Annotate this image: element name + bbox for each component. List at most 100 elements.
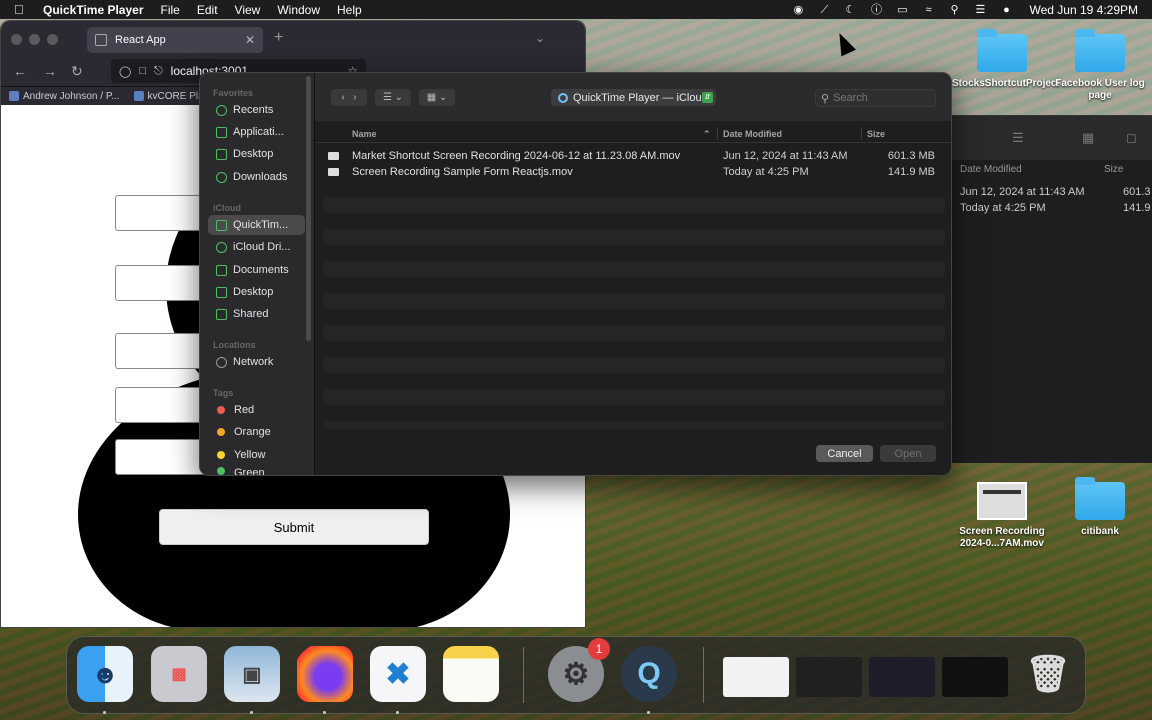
minimized-window-thumbnail[interactable]: [869, 657, 935, 697]
list-view-icon[interactable]: ☰: [1012, 130, 1024, 146]
menubar-clock[interactable]: Wed Jun 19 4:29PM: [1029, 3, 1138, 17]
video-thumbnail-icon: [977, 482, 1027, 520]
sort-chevron-icon[interactable]: ⌃: [703, 129, 711, 140]
minimized-window-thumbnail[interactable]: [942, 657, 1008, 697]
sidebar-tag-yellow[interactable]: Yellow: [208, 445, 305, 465]
sidebar-item-network[interactable]: Network: [208, 352, 305, 372]
desktop-folder-citibank[interactable]: citibank: [1050, 477, 1150, 538]
dock-separator: [703, 647, 704, 703]
folder-icon: [977, 29, 1027, 72]
sidebar-item-documents[interactable]: Documents: [208, 260, 305, 280]
desktop-folder-facebook[interactable]: Facebook User log page: [1050, 29, 1150, 102]
browser-tab[interactable]: React App ✕: [87, 27, 263, 53]
back-forward-buttons[interactable]: ‹ ›: [331, 89, 367, 106]
file-row[interactable]: Screen Recording Sample Form Reactjs.mov…: [323, 165, 945, 181]
sidebar-item-desktop[interactable]: Desktop: [208, 144, 305, 164]
control-center-icon[interactable]: ☰: [973, 4, 987, 16]
menu-window[interactable]: Window: [277, 3, 320, 17]
apple-menu-icon[interactable]: : [14, 2, 28, 17]
minimized-window-thumbnail[interactable]: [796, 657, 862, 697]
shield-icon[interactable]: ◯: [119, 65, 131, 78]
movie-file-icon: [328, 152, 339, 160]
battery-icon[interactable]: ▭: [895, 4, 909, 16]
column-size[interactable]: Size: [867, 129, 885, 139]
sidebar-tag-orange[interactable]: Orange: [208, 422, 305, 442]
file-row[interactable]: Market Shortcut Screen Recording 2024-06…: [323, 149, 945, 165]
menu-help[interactable]: Help: [337, 3, 362, 17]
tab-title: React App: [115, 34, 166, 46]
bookmark-favicon-icon: [133, 90, 144, 101]
minimized-window-thumbnail[interactable]: [723, 657, 789, 697]
clock-icon: [216, 104, 227, 116]
back-chevron-icon[interactable]: ‹: [341, 92, 344, 103]
wifi-icon[interactable]: ≈: [921, 4, 935, 16]
dialog-sidebar: Favorites Recents Applicati... Desktop D…: [200, 73, 315, 475]
open-button[interactable]: Open: [880, 445, 936, 462]
focus-moon-icon[interactable]: ☾: [843, 4, 857, 16]
location-popup[interactable]: QuickTime Player — iCloud ⇵: [551, 89, 716, 106]
dock-separator: [523, 647, 524, 703]
open-file-dialog: Favorites Recents Applicati... Desktop D…: [199, 72, 952, 476]
record-stop-icon[interactable]: ◉: [791, 4, 805, 16]
launchpad-icon[interactable]: ▩: [151, 646, 207, 702]
menu-edit[interactable]: Edit: [197, 3, 218, 17]
sidebar-item-icloud-desktop[interactable]: Desktop: [208, 282, 305, 302]
preview-icon[interactable]: ▣: [224, 646, 280, 702]
column-separator[interactable]: [861, 127, 862, 141]
back-button[interactable]: ←: [13, 63, 27, 79]
status-info-icon[interactable]: ⓘ: [869, 4, 883, 16]
column-date-modified[interactable]: Date Modified: [960, 164, 1022, 175]
forward-button[interactable]: →: [43, 63, 57, 79]
menu-file[interactable]: File: [161, 3, 180, 17]
finder-icon[interactable]: ☻: [77, 646, 133, 702]
sidebar-item-recents[interactable]: Recents: [208, 100, 305, 120]
firefox-icon[interactable]: [297, 646, 353, 702]
sidebar-item-shared[interactable]: Shared: [208, 304, 305, 324]
notes-icon[interactable]: [443, 646, 499, 702]
sidebar-item-quicktime[interactable]: QuickTim...: [208, 215, 305, 235]
close-tab-icon[interactable]: ✕: [245, 33, 255, 47]
column-name[interactable]: Name: [352, 129, 377, 139]
forward-chevron-icon[interactable]: ›: [353, 92, 356, 103]
quicktime-icon[interactable]: Q: [621, 646, 677, 702]
sidebar-tag-green[interactable]: Green: [208, 467, 305, 475]
cancel-button[interactable]: Cancel: [816, 445, 873, 462]
tab-list-chevron-icon[interactable]: ⌄: [535, 31, 545, 45]
column-date-modified[interactable]: Date Modified: [723, 129, 782, 139]
system-settings-icon[interactable]: ⚙ 1: [548, 638, 610, 702]
desktop-file-screen-recording[interactable]: Screen Recording 2024-0...7AM.mov: [952, 482, 1052, 550]
sidebar-scrollbar[interactable]: [306, 76, 311, 341]
grid-view-button[interactable]: ▦ ⌄: [419, 89, 455, 106]
file-name: Screen Recording Sample Form Reactjs.mov: [352, 166, 573, 178]
vscode-icon[interactable]: ✖: [370, 646, 426, 702]
column-size[interactable]: Size: [1104, 164, 1123, 175]
slash-icon[interactable]: ⟋: [817, 4, 831, 16]
search-field[interactable]: ⚲: [815, 89, 936, 107]
menu-view[interactable]: View: [235, 3, 261, 17]
sidebar-item-downloads[interactable]: Downloads: [208, 167, 305, 187]
column-separator[interactable]: [717, 127, 718, 141]
submit-button[interactable]: Submit: [159, 509, 429, 545]
grid-view-icon[interactable]: ▦: [1082, 130, 1094, 146]
new-tab-button[interactable]: +: [274, 29, 283, 47]
close-window-button[interactable]: [11, 34, 22, 45]
siri-icon[interactable]: ●: [999, 4, 1013, 16]
bookmark-item[interactable]: Andrew Johnson / P...: [9, 91, 120, 102]
search-icon[interactable]: ⚲: [947, 4, 961, 16]
reload-button[interactable]: ↻: [71, 63, 83, 80]
bookmark-label: Andrew Johnson / P...: [23, 90, 120, 102]
desktop-folder-stocks[interactable]: StocksShortcutProject: [952, 29, 1060, 90]
sidebar-item-applications[interactable]: Applicati...: [208, 122, 305, 142]
trash-icon[interactable]: 🗑: [1020, 646, 1076, 702]
key-icon: ⎋: [153, 64, 163, 77]
sidebar-tag-red[interactable]: Red: [208, 400, 305, 420]
bookmark-item[interactable]: kvCORE Platf: [133, 90, 209, 102]
search-input[interactable]: [833, 92, 930, 104]
list-view-button[interactable]: ☰ ⌄: [375, 89, 411, 106]
zoom-window-button[interactable]: [47, 34, 58, 45]
minimize-window-button[interactable]: [29, 34, 40, 45]
share-icon[interactable]: ◻: [1126, 130, 1137, 146]
sidebar-item-icloud-drive[interactable]: iCloud Dri...: [208, 237, 305, 257]
notification-badge: 1: [588, 638, 610, 660]
app-menu[interactable]: QuickTime Player: [43, 3, 144, 17]
